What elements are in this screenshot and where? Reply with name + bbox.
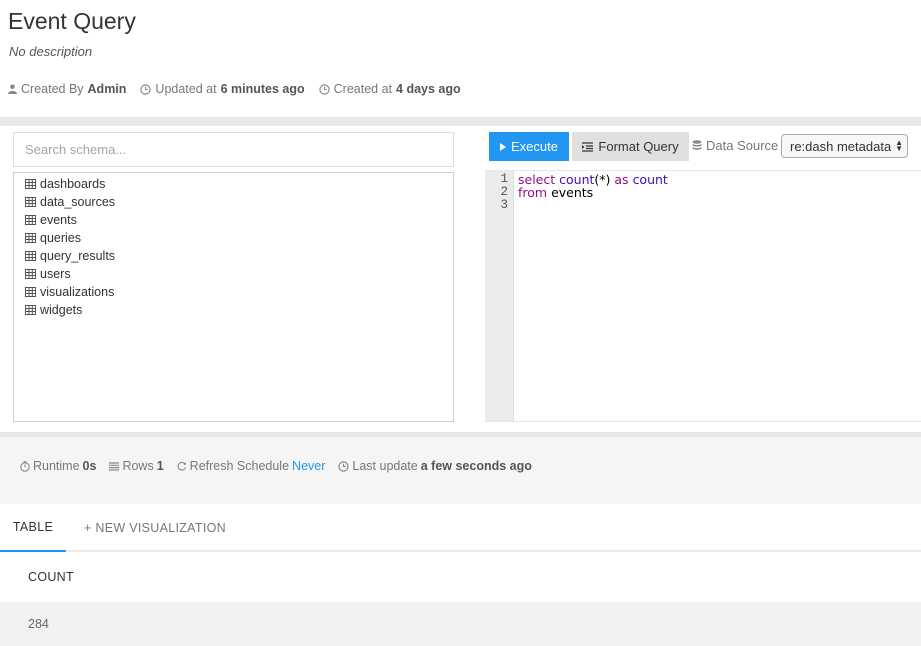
- table-header-count[interactable]: COUNT: [0, 552, 921, 602]
- indent-icon: [582, 141, 594, 152]
- schema-item-events[interactable]: events: [14, 211, 453, 229]
- runtime-label: Runtime: [33, 459, 80, 473]
- last-update-value: a few seconds ago: [420, 459, 532, 473]
- updated-at-value: 6 minutes ago: [220, 82, 305, 96]
- schema-item-dashboards[interactable]: dashboards: [14, 175, 453, 193]
- data-source-select[interactable]: re:dash metadata ▲ ▼: [781, 134, 908, 158]
- execute-button[interactable]: Execute: [489, 132, 569, 161]
- data-source-value: re:dash metadata: [790, 138, 892, 154]
- created-by-label: Created By: [21, 82, 84, 96]
- last-update: Last update a few seconds ago: [338, 459, 532, 473]
- schema-item-label: data_sources: [40, 195, 116, 209]
- refresh-schedule: Refresh Schedule Never: [177, 459, 325, 473]
- schema-item-visualizations[interactable]: visualizations: [14, 283, 453, 301]
- sql-code[interactable]: select count(*) as count from events: [518, 173, 668, 199]
- page-title[interactable]: Event Query: [8, 8, 136, 35]
- play-icon: [500, 142, 506, 151]
- table-icon: [25, 251, 36, 261]
- query-stats: Runtime 0s Rows 1 Refresh Schedule Never…: [20, 459, 532, 473]
- created-at-value: 4 days ago: [396, 82, 461, 96]
- created-at: Created at 4 days ago: [318, 82, 461, 96]
- schema-item-widgets[interactable]: widgets: [14, 301, 453, 319]
- table-cell: 284: [0, 602, 921, 646]
- schema-search-input[interactable]: [13, 132, 454, 167]
- results-table: COUNT 284: [0, 552, 921, 646]
- runtime-stat: Runtime 0s: [20, 459, 96, 473]
- refresh-label: Refresh Schedule: [189, 459, 290, 473]
- table-icon: [25, 233, 36, 243]
- created-by: Created By Admin: [8, 82, 126, 96]
- format-query-button[interactable]: Format Query: [572, 132, 689, 161]
- schema-item-label: users: [40, 267, 71, 281]
- refresh-icon: [177, 461, 186, 471]
- schema-item-query-results[interactable]: query_results: [14, 247, 453, 265]
- rows-value: 1: [156, 459, 164, 473]
- list-icon: [109, 461, 120, 471]
- table-icon: [25, 215, 36, 225]
- sql-editor[interactable]: 1 2 3 select count(*) as count from even…: [485, 170, 921, 422]
- runtime-value: 0s: [82, 459, 97, 473]
- schema-item-data-sources[interactable]: data_sources: [14, 193, 453, 211]
- last-update-label: Last update: [352, 459, 418, 473]
- line-number: 3: [500, 198, 508, 212]
- updated-at: Updated at 6 minutes ago: [140, 82, 305, 96]
- query-metadata: Created By Admin Updated at 6 minutes ag…: [8, 82, 461, 96]
- schema-item-label: query_results: [40, 249, 116, 263]
- schema-item-label: queries: [40, 231, 81, 245]
- rows-stat: Rows 1: [109, 459, 164, 473]
- table-icon: [25, 269, 36, 279]
- updated-at-label: Updated at: [155, 82, 217, 96]
- schema-table-list[interactable]: dashboards data_sources events queries q…: [13, 172, 454, 422]
- schema-item-label: visualizations: [40, 285, 115, 299]
- format-query-label: Format Query: [598, 139, 679, 154]
- database-icon: [692, 139, 702, 150]
- stopwatch-icon: [20, 460, 30, 472]
- created-at-label: Created at: [333, 82, 393, 96]
- clock-icon: [140, 83, 152, 95]
- data-source-label: Data Source: [692, 138, 778, 153]
- schema-item-label: events: [40, 213, 77, 227]
- schema-item-users[interactable]: users: [14, 265, 453, 283]
- data-source-label-text: Data Source: [706, 138, 779, 153]
- query-description[interactable]: No description: [9, 44, 92, 59]
- schema-item-label: widgets: [40, 303, 83, 317]
- table-icon: [25, 179, 36, 189]
- created-by-value: Admin: [87, 82, 127, 96]
- select-arrows-icon: ▲ ▼: [895, 138, 903, 153]
- new-visualization-button[interactable]: + NEW VISUALIZATION: [84, 504, 226, 552]
- clock-icon: [338, 460, 350, 472]
- rows-label: Rows: [122, 459, 154, 473]
- schema-item-label: dashboards: [40, 177, 106, 191]
- schema-item-queries[interactable]: queries: [14, 229, 453, 247]
- section-divider: [0, 117, 921, 126]
- editor-gutter: 1 2 3: [485, 171, 514, 421]
- refresh-schedule-link[interactable]: Never: [292, 459, 325, 473]
- user-icon: [8, 84, 17, 94]
- table-icon: [25, 287, 36, 297]
- table-icon: [25, 197, 36, 207]
- execute-label: Execute: [511, 139, 558, 154]
- table-icon: [25, 305, 36, 315]
- clock-icon: [318, 83, 330, 95]
- visualization-tabs: TABLE + NEW VISUALIZATION: [0, 504, 921, 552]
- tab-table[interactable]: TABLE: [0, 504, 66, 552]
